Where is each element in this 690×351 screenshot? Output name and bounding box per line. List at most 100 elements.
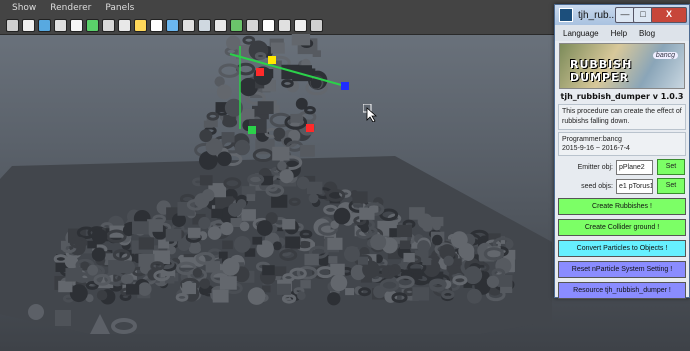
rubbish-piece	[246, 194, 256, 202]
create-collider-button[interactable]: Create Collider ground !	[558, 219, 686, 236]
convert-particles-button[interactable]: Convert Particles to Objects !	[558, 240, 686, 257]
rubbish-piece	[233, 235, 251, 253]
toolbar-tool-icon[interactable]	[150, 18, 163, 32]
rubbish-piece	[201, 188, 215, 202]
minimize-button[interactable]: —	[615, 7, 635, 23]
plugin-menu: Language Help Blog	[555, 25, 689, 41]
rubbish-piece	[417, 213, 433, 229]
menu-help[interactable]: Help	[611, 29, 627, 38]
rubbish-piece	[412, 287, 430, 301]
toolbar-tool-icon[interactable]	[86, 18, 99, 32]
menu-blog[interactable]: Blog	[639, 29, 655, 38]
rubbish-piece	[132, 221, 149, 235]
rubbish-piece	[272, 146, 290, 161]
rubbish-piece	[108, 260, 125, 273]
toolbar-tool-icon[interactable]	[310, 18, 323, 32]
window-titlebar[interactable]: tjh_rub... — □ X	[555, 5, 689, 25]
toolbar-tool-icon[interactable]	[102, 18, 115, 32]
rubbish-piece	[218, 63, 241, 78]
create-rubbishes-button[interactable]: Create Rubbishes !	[558, 198, 686, 215]
toolbar-tool-icon[interactable]	[278, 18, 291, 32]
maximize-button[interactable]: □	[633, 7, 653, 23]
rubbish-piece	[431, 234, 443, 246]
seed-set-button[interactable]: Set	[657, 178, 685, 194]
rubbish-piece	[357, 256, 368, 265]
rubbish-piece	[138, 237, 155, 250]
mouse-cursor-icon	[363, 104, 377, 122]
menu-language[interactable]: Language	[563, 29, 599, 38]
rubbish-piece	[252, 236, 263, 245]
toolbar-tool-icon[interactable]	[294, 18, 307, 32]
rubbish-piece	[87, 264, 99, 276]
gizmo-handle-blue	[341, 82, 349, 90]
rubbish-piece	[226, 35, 241, 51]
rubbish-piece	[450, 231, 468, 249]
rubbish-piece	[293, 113, 304, 124]
gizmo-handle-yellow	[268, 56, 276, 64]
rubbish-piece	[203, 120, 213, 128]
toolbar-tool-icon[interactable]	[54, 18, 67, 32]
rubbish-piece	[304, 106, 316, 115]
rubbish-piece	[297, 291, 306, 301]
toolbar-tool-icon[interactable]	[230, 18, 243, 32]
toolbar-tool-icon[interactable]	[134, 18, 147, 32]
rubbish-piece	[300, 144, 315, 157]
rubbish-piece	[312, 50, 321, 57]
rubbish-piece	[234, 139, 251, 156]
rubbish-piece	[137, 282, 152, 296]
toolbar-tool-icon[interactable]	[166, 18, 179, 32]
toolbar-tool-icon[interactable]	[198, 18, 211, 32]
rubbish-piece	[399, 240, 411, 250]
toolbar-tool-icon[interactable]	[214, 18, 227, 32]
rubbish-piece	[333, 207, 351, 225]
rubbish-piece	[242, 35, 256, 45]
gizmo-handle-red	[256, 68, 264, 76]
toolbar-tool-icon[interactable]	[182, 18, 195, 32]
rubbish-piece	[69, 284, 88, 303]
rubbish-dumper-window: tjh_rub... — □ X Language Help Blog banc…	[554, 4, 690, 299]
toolbar-tool-icon[interactable]	[246, 18, 259, 32]
rubbish-piece	[346, 246, 358, 256]
toolbar-tool-icon[interactable]	[22, 18, 35, 32]
rubbish-piece	[370, 233, 387, 251]
seed-row: seed objs: e1 pTorus1 Set	[558, 178, 686, 194]
menu-panels[interactable]: Panels	[105, 3, 134, 13]
emitter-label: Emitter obj:	[577, 163, 613, 171]
toolbar-tool-icon[interactable]	[70, 18, 83, 32]
menu-show[interactable]: Show	[12, 3, 36, 13]
rubbish-piece	[396, 224, 413, 238]
rubbish-piece	[291, 34, 311, 46]
rubbish-piece	[212, 289, 229, 303]
rubbish-piece	[65, 268, 83, 282]
toolbar-tool-icon[interactable]	[6, 18, 19, 32]
rubbish-piece	[327, 237, 343, 250]
emitter-set-button[interactable]: Set	[657, 159, 685, 175]
resource-button[interactable]: Resource tjh_rubbish_dumper !	[558, 282, 686, 299]
gizmo-handle-red-2	[306, 124, 314, 132]
close-button[interactable]: X	[651, 7, 687, 23]
rubbish-piece	[359, 207, 375, 220]
rubbish-piece	[453, 258, 462, 266]
seed-field[interactable]: e1 pTorus1	[616, 178, 653, 194]
rubbish-piece	[466, 288, 482, 304]
rubbish-piece	[221, 132, 235, 143]
menu-renderer[interactable]: Renderer	[50, 3, 91, 13]
toolbar-tool-icon[interactable]	[118, 18, 131, 32]
rubbish-piece	[277, 161, 287, 171]
rubbish-piece	[256, 220, 273, 236]
emitter-field[interactable]: pPlane2	[616, 159, 653, 175]
toolbar-tool-icon[interactable]	[262, 18, 275, 32]
rubbish-piece	[236, 198, 247, 209]
reset-nparticle-button[interactable]: Reset nParticle System Setting !	[558, 261, 686, 278]
rubbish-piece	[360, 224, 370, 233]
rubbish-piece	[443, 255, 454, 266]
rubbish-piece	[182, 282, 197, 295]
rubbish-piece	[241, 209, 256, 221]
plugin-banner: bancg RUBBISH DUMPER	[559, 43, 685, 89]
rubbish-piece	[222, 240, 233, 250]
rubbish-piece	[417, 240, 431, 253]
seed-label: seed objs:	[581, 182, 613, 190]
toolbar-tool-icon[interactable]	[38, 18, 51, 32]
rubbish-piece	[352, 191, 368, 204]
app-icon	[559, 8, 573, 22]
